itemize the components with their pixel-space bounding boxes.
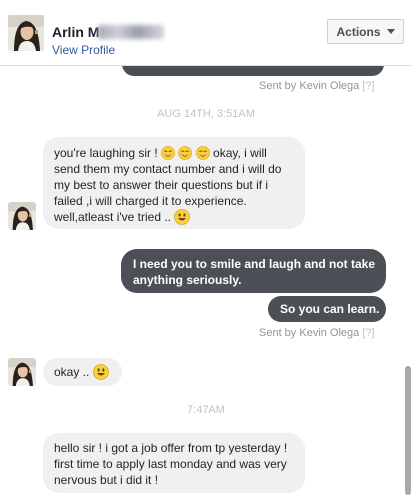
message-text: I need you to smile and laugh and not ta… bbox=[133, 257, 376, 271]
view-profile-link[interactable]: View Profile bbox=[52, 43, 115, 57]
message-text: So you can learn. bbox=[280, 302, 380, 316]
blush-emoji-icon bbox=[196, 146, 210, 160]
sent-by-text: Sent by Kevin Olega bbox=[259, 80, 360, 92]
message-text: you're laughing sir ! bbox=[54, 146, 162, 160]
sent-by-meta: Sent by Kevin Olega [?] bbox=[259, 327, 375, 339]
contact-avatar[interactable] bbox=[8, 15, 44, 51]
help-link[interactable]: [?] bbox=[362, 80, 374, 92]
actions-button[interactable]: Actions bbox=[327, 19, 404, 44]
message-text: my best to answer their questions but if… bbox=[54, 178, 269, 192]
sender-avatar[interactable] bbox=[8, 202, 36, 230]
message-text: nervous but i did it ! bbox=[54, 473, 159, 487]
redacted-name-blur bbox=[98, 25, 164, 39]
help-link[interactable]: [?] bbox=[362, 327, 374, 339]
message-text: okay .. bbox=[54, 365, 93, 379]
incoming-message[interactable]: hello sir ! i got a job offer from tp ye… bbox=[43, 433, 305, 493]
message-text: okay, i will bbox=[213, 146, 267, 160]
actions-label: Actions bbox=[336, 24, 381, 39]
contact-name[interactable]: Arlin M bbox=[52, 24, 99, 40]
message-text: hello sir ! i got a job offer from tp ye… bbox=[54, 441, 288, 455]
date-divider: AUG 14TH, 3:51AM bbox=[157, 108, 255, 120]
smiley-emoji-icon bbox=[93, 364, 109, 380]
message-text: send them my contact number and i will d… bbox=[54, 162, 282, 176]
message-text: failed ,i will charged it to experience. bbox=[54, 194, 247, 208]
message-text: anything seriously. bbox=[133, 273, 242, 287]
sender-avatar[interactable] bbox=[8, 358, 36, 386]
outgoing-message[interactable]: I need you to smile and laugh and not ta… bbox=[121, 249, 386, 293]
blush-emoji-icon bbox=[178, 146, 192, 160]
smiley-emoji-icon bbox=[174, 209, 190, 225]
chat-header: Arlin M View Profile Actions bbox=[0, 0, 412, 66]
outgoing-message[interactable]: So you can learn. bbox=[268, 296, 386, 322]
scrollbar-thumb[interactable] bbox=[405, 366, 411, 495]
blush-emoji-icon bbox=[161, 146, 175, 160]
chevron-down-icon bbox=[386, 29, 395, 34]
message-text: well,atleast i've tried .. bbox=[54, 210, 175, 224]
sent-by-text: Sent by Kevin Olega bbox=[259, 327, 360, 339]
sent-by-meta: Sent by Kevin Olega [?] bbox=[259, 80, 375, 92]
message-text: first time to apply last monday and was … bbox=[54, 457, 287, 471]
incoming-message[interactable]: you're laughing sir ! okay, i will send … bbox=[43, 137, 305, 229]
time-divider: 7:47AM bbox=[187, 404, 225, 416]
incoming-message[interactable]: okay .. bbox=[43, 358, 122, 386]
